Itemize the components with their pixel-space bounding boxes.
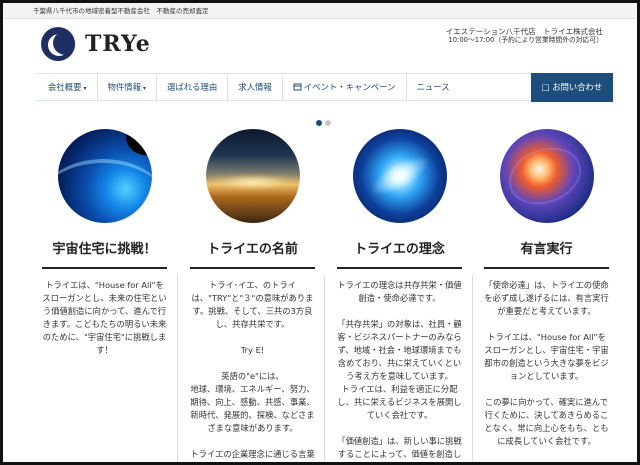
site-logo[interactable]: TRYe <box>41 27 151 61</box>
feature-commitment: 有言実行 「使命必達」は、トライエの使命を必ず成し遂げるには、有言実行が重要だと… <box>484 129 609 448</box>
business-hours: 10:00～17:00（予約により営業時間外の対応可） <box>448 36 603 44</box>
sunrise-earth-image <box>205 129 300 223</box>
top-info-bar: 千葉県八千代市の地域密着型不動産会社 不動産の売却査定 <box>3 3 637 19</box>
feature-title: 有言実行 <box>484 239 609 269</box>
feature-title: トライエの理念 <box>337 239 462 269</box>
nav-reasons[interactable]: 選ばれる理由 <box>157 74 229 100</box>
feature-text: トライエは、"House for All"をスローガンとし、未来の住宅という価値… <box>42 280 167 355</box>
main-navigation: 会社概要 ▾ 物件情報 ▾ 選ばれる理由 求人情報 イベント・キャンペーン ニュース… <box>36 73 613 102</box>
nav-property-info[interactable]: 物件情報 ▾ <box>98 74 158 100</box>
feature-space-house: 宇宙住宅に挑戦！ トライエは、"House for All"をスローガンとし、未… <box>42 129 167 357</box>
logo-mark-icon <box>41 27 75 61</box>
slider-dot-active[interactable] <box>316 120 322 126</box>
feature-philosophy: トライエの理念 トライエの理念は共存共栄・価値創造・使命必達です。 「共存共栄」… <box>337 129 462 462</box>
column-divider <box>177 275 178 462</box>
earth-space-image <box>57 129 152 223</box>
site-header: TRYe イエステーション八千代店 トライエ株式会社 10:00～17:00（予… <box>3 19 637 71</box>
nav-company-overview[interactable]: 会社概要 ▾ <box>36 74 98 100</box>
contact-button[interactable]: □ お問い合わせ <box>531 73 613 102</box>
nebula-image <box>499 129 594 223</box>
nav-events-campaigns[interactable]: イベント・キャンペーン <box>283 74 407 100</box>
column-divider <box>324 275 325 462</box>
logo-text: TRYe <box>85 31 151 57</box>
company-info: イエステーション八千代店 トライエ株式会社 10:00～17:00（予約により営… <box>446 27 603 45</box>
caret-down-icon: ▾ <box>143 85 147 92</box>
feature-text: トライエの理念は共存共栄・価値創造・使命必達です。 「共存共栄」の対象は、社員・… <box>337 280 462 459</box>
slider-dot[interactable] <box>325 120 331 126</box>
nav-jobs[interactable]: 求人情報 <box>228 74 283 100</box>
slider-pagination <box>316 120 331 126</box>
column-divider <box>472 275 473 462</box>
feature-text: 「使命必達」は、トライエの使命を必ず成し遂げるには、有言実行が重要だと考えていま… <box>484 280 609 446</box>
browser-page-frame: 千葉県八千代市の地域密着型不動産会社 不動産の売却査定 TRYe イエステーショ… <box>0 0 640 465</box>
nav-news[interactable]: ニュース <box>407 74 460 100</box>
calendar-icon <box>293 83 302 91</box>
galaxy-image <box>352 129 447 223</box>
caret-down-icon: ▾ <box>83 85 87 92</box>
feature-text: トライ･イエ、のトライは、"TRY"と"３"の意味があります。挑戦、そして、三共… <box>190 280 315 459</box>
feature-title: トライエの名前 <box>190 239 315 269</box>
company-name: イエステーション八千代店 トライエ株式会社 <box>445 27 603 36</box>
feature-title: 宇宙住宅に挑戦！ <box>42 239 167 269</box>
feature-company-name: トライエの名前 トライ･イエ、のトライは、"TRY"と"３"の意味があります。挑… <box>190 129 315 462</box>
